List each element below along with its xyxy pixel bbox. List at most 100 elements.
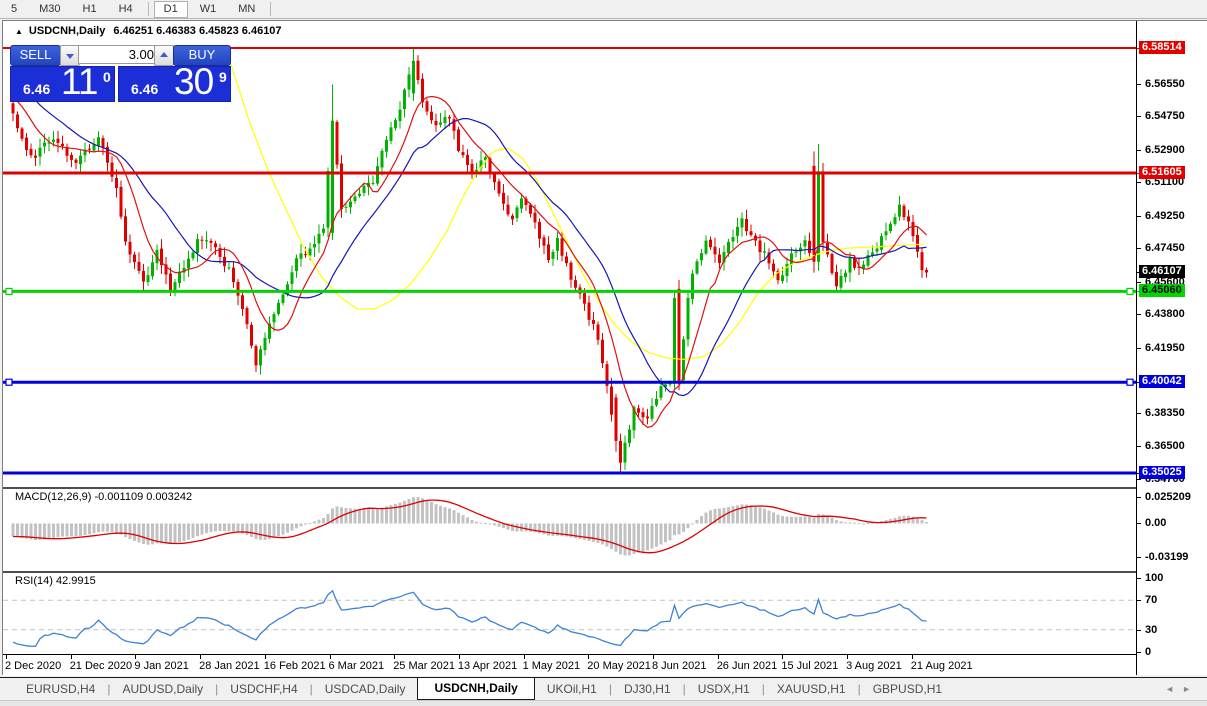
date-label: 8 Jun 2021 — [652, 660, 706, 672]
price-tick-label: 6.54750 — [1145, 110, 1185, 122]
volume-increase-button[interactable] — [154, 45, 174, 66]
sell-button[interactable]: SELL — [10, 45, 61, 66]
rsi-axis-label: 70 — [1145, 594, 1157, 606]
price-badge: 6.58514 — [1139, 41, 1185, 54]
date-tick — [459, 655, 460, 659]
date-tick — [912, 655, 913, 659]
date-tick — [782, 655, 783, 659]
date-label: 16 Feb 2021 — [264, 660, 326, 672]
status-strip — [0, 700, 1207, 706]
macd-tick — [1137, 523, 1141, 524]
rsi-label: RSI(14) 42.9915 — [15, 575, 96, 587]
date-tick — [588, 655, 589, 659]
chart-window: ▲USDCNH,Daily6.46251 6.46383 6.45823 6.4… — [2, 20, 1207, 675]
macd-tick — [1137, 497, 1141, 498]
price-tick-label: 6.52900 — [1145, 144, 1185, 156]
price-badge: 6.35025 — [1139, 466, 1185, 479]
bid-price-prefix: 6.46 — [23, 81, 50, 97]
chart-tab-dj30-h1[interactable]: DJ30,H1 — [612, 679, 683, 699]
price-tick — [1137, 314, 1141, 315]
rsi-tick — [1137, 630, 1141, 631]
macd-axis-label: -0.03199 — [1145, 551, 1188, 563]
rsi-tick — [1137, 600, 1141, 601]
rsi-panel[interactable] — [3, 573, 1136, 654]
price-tick — [1137, 282, 1141, 283]
price-tick-label: 6.49250 — [1145, 210, 1185, 222]
date-label: 13 Apr 2021 — [458, 660, 517, 672]
trading-terminal: 5M30H1H4D1W1MN ▲USDCNH,Daily6.46251 6.46… — [0, 0, 1207, 706]
timeframe-button-d1[interactable]: D1 — [154, 1, 188, 18]
price-badge: 6.46107 — [1139, 265, 1185, 278]
date-label: 3 Aug 2021 — [846, 660, 902, 672]
price-tick — [1137, 446, 1141, 447]
date-label: 28 Jan 2021 — [199, 660, 260, 672]
one-click-trade-panel: SELL 3.00 BUY 6.46 11 0 6.46 30 9 — [10, 45, 231, 100]
price-tick — [1137, 116, 1141, 117]
chart-title-row: ▲USDCNH,Daily6.46251 6.46383 6.45823 6.4… — [15, 25, 282, 37]
chart-tab-audusd-daily[interactable]: AUDUSD,Daily — [110, 679, 215, 699]
price-axis[interactable]: 6.565506.547506.529006.511006.492506.474… — [1137, 21, 1207, 675]
tab-scroll-right-icon[interactable]: ► — [1182, 684, 1199, 694]
date-label: 21 Aug 2021 — [911, 660, 973, 672]
price-tick — [1137, 479, 1141, 480]
timeframe-button-w1[interactable]: W1 — [190, 1, 227, 18]
tab-scroll-left-icon[interactable]: ◄ — [1165, 684, 1182, 694]
timeframe-button-h1[interactable]: H1 — [73, 1, 107, 18]
chart-tab-usdchf-h4[interactable]: USDCHF,H4 — [218, 679, 309, 699]
price-tick — [1137, 84, 1141, 85]
date-label: 6 Mar 2021 — [329, 660, 385, 672]
price-tick-label: 6.47450 — [1145, 242, 1185, 254]
chart-tab-xauusd-h1[interactable]: XAUUSD,H1 — [765, 679, 858, 699]
bid-price-point: 0 — [103, 69, 111, 85]
chart-tab-gbpusd-h1[interactable]: GBPUSD,H1 — [861, 679, 954, 699]
bid-price-pips: 11 — [61, 61, 97, 103]
date-tick — [6, 655, 7, 659]
date-axis: 2 Dec 2020 21 Dec 20209 Jan 2021 28 Jan 20… — [3, 654, 1136, 676]
toolbar-separator — [148, 2, 149, 16]
price-tick-label: 6.38350 — [1145, 407, 1185, 419]
chart-tab-usdcnh-daily[interactable]: USDCNH,Daily — [417, 678, 534, 700]
chart-tab-ukoil-h1[interactable]: UKOil,H1 — [535, 679, 609, 699]
date-tick — [200, 655, 201, 659]
date-tick — [330, 655, 331, 659]
price-tick — [1137, 182, 1141, 183]
date-label: 21 Dec 2020 — [70, 660, 132, 672]
timeframe-button-5[interactable]: 5 — [1, 1, 27, 18]
timeframe-button-mn[interactable]: MN — [228, 1, 265, 18]
date-label: 20 May 2021 — [587, 660, 651, 672]
date-label: 2 Dec 2020 — [5, 660, 61, 672]
price-tick-label: 6.56550 — [1145, 78, 1185, 90]
arrow-down-icon — [66, 54, 74, 59]
toolbar-separator — [270, 2, 271, 16]
rsi-tick — [1137, 578, 1141, 579]
bid-price-box[interactable]: 6.46 11 0 — [10, 66, 115, 102]
arrow-up-icon — [160, 52, 168, 57]
date-tick — [847, 655, 848, 659]
date-tick — [265, 655, 266, 659]
rsi-axis-label: 30 — [1145, 624, 1157, 636]
price-tick — [1137, 216, 1141, 217]
macd-axis-label: 0.00 — [1145, 517, 1166, 529]
chart-tab-usdcad-daily[interactable]: USDCAD,Daily — [313, 679, 418, 699]
date-tick — [524, 655, 525, 659]
price-tick — [1137, 413, 1141, 414]
timeframe-button-h4[interactable]: H4 — [109, 1, 143, 18]
chart-tab-eurusd-h4[interactable]: EURUSD,H4 — [14, 679, 107, 699]
date-tick — [135, 655, 136, 659]
date-label: 9 Jan 2021 — [134, 660, 188, 672]
rsi-axis-label: 100 — [1145, 572, 1163, 584]
date-tick — [718, 655, 719, 659]
rsi-axis-label: 0 — [1145, 646, 1151, 658]
ask-price-pips: 30 — [174, 61, 213, 103]
chart-symbol-title: USDCNH,Daily — [29, 25, 105, 37]
price-badge: 6.40042 — [1139, 375, 1185, 388]
date-label: 1 May 2021 — [523, 660, 580, 672]
timeframe-button-m30[interactable]: M30 — [29, 1, 70, 18]
chart-tab-usdx-h1[interactable]: USDX,H1 — [686, 679, 762, 699]
ask-price-box[interactable]: 6.46 30 9 — [118, 66, 231, 102]
price-tick — [1137, 150, 1141, 151]
date-label: 15 Jul 2021 — [781, 660, 838, 672]
price-tick-label: 6.43800 — [1145, 308, 1185, 320]
chart-tab-bar: EURUSD,H4|AUDUSD,Daily|USDCHF,H4|USDCAD,… — [0, 677, 1207, 701]
collapse-panel-icon[interactable]: ▲ — [15, 27, 23, 36]
